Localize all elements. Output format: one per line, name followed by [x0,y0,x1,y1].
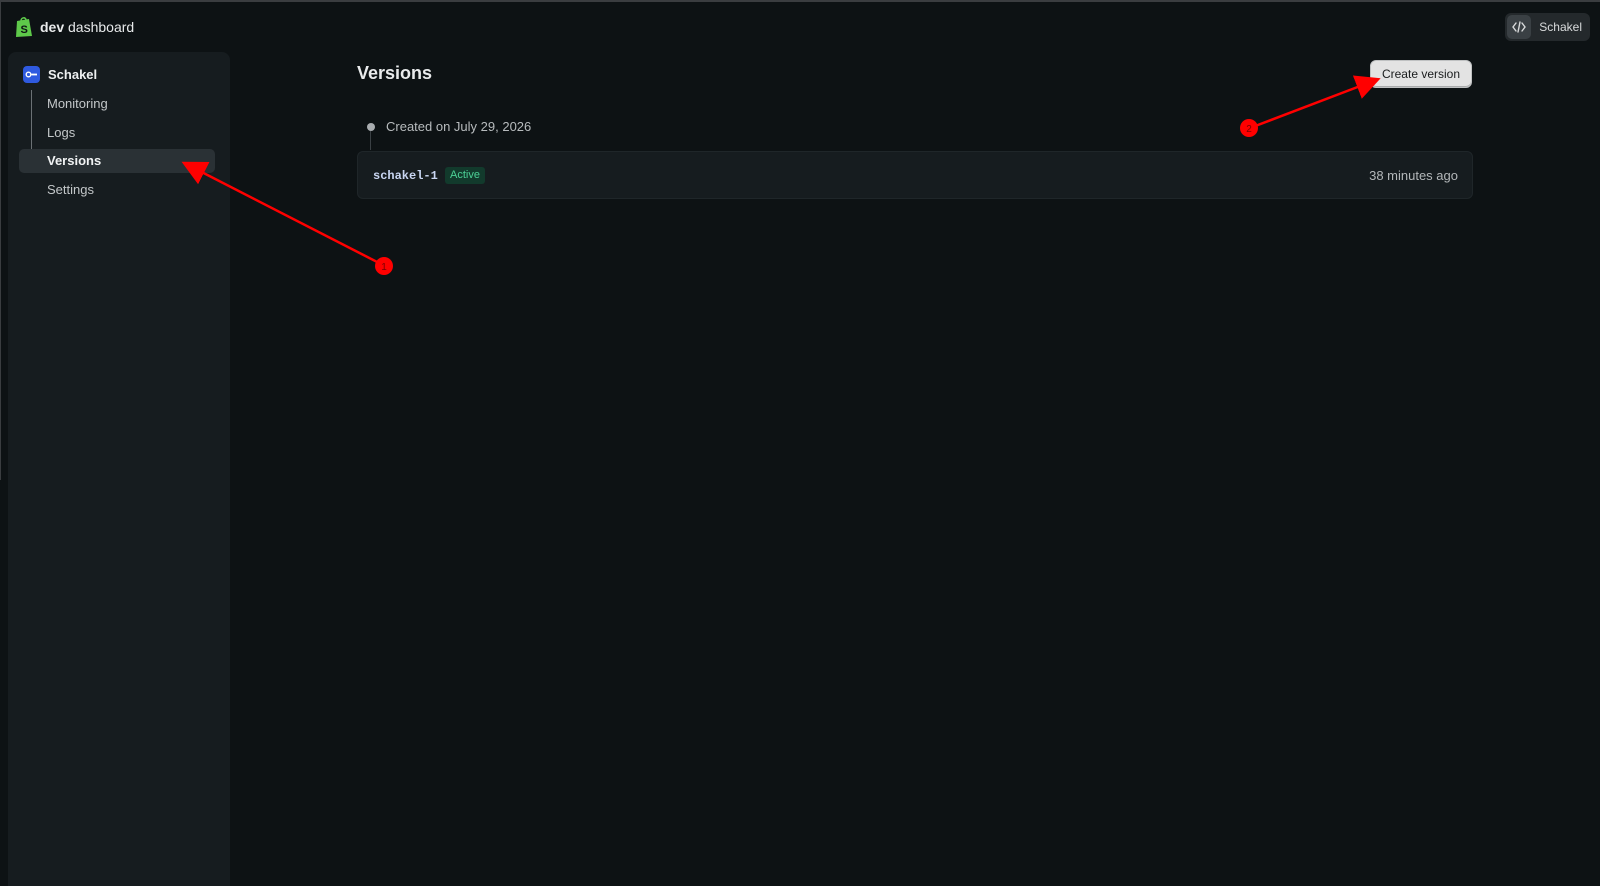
timeline-connector [370,131,371,150]
annotation-number-1: 1 [381,262,387,273]
create-version-button[interactable]: Create version [1370,60,1472,88]
logo-text: dev dashboard [40,19,135,35]
version-timestamp: 38 minutes ago [1369,168,1458,183]
timeline-dot [367,123,375,131]
annotation-marker-1 [375,257,393,275]
user-name: Schakel [1539,20,1582,34]
annotation-overlay: 1 2 [181,75,1381,275]
status-badge: Active [445,167,485,184]
page-title: Versions [357,63,433,83]
svg-text:S: S [21,24,28,36]
annotation-number-2: 2 [1246,124,1252,135]
sidebar-item-monitoring[interactable]: Monitoring [19,92,215,116]
sidebar-item-settings[interactable]: Settings [19,178,215,202]
annotation-arrow-2 [1249,75,1381,130]
sidebar-item-logs[interactable]: Logs [19,121,215,145]
user-menu-button[interactable]: Schakel [1505,13,1590,41]
code-icon [1507,15,1532,39]
sidebar-item-versions[interactable]: Versions [19,149,215,173]
window-border-left [0,0,1,480]
sidebar: Schakel Monitoring Logs Versions Setting… [8,52,230,886]
top-bar: S dev dashboard Schakel [0,2,1600,50]
sidebar-app-header[interactable]: Schakel [23,66,97,83]
version-name[interactable]: schakel-1 [373,169,438,183]
timeline-date-label: Created on July 29, 2026 [386,119,532,134]
app-name: Schakel [48,67,98,82]
annotation-marker-2 [1240,119,1258,137]
shopify-bag-icon: S [14,16,34,38]
logo[interactable]: S dev dashboard [14,16,134,38]
version-row[interactable]: schakel-1 Active 38 minutes ago [357,151,1473,199]
app-key-icon [23,66,40,83]
